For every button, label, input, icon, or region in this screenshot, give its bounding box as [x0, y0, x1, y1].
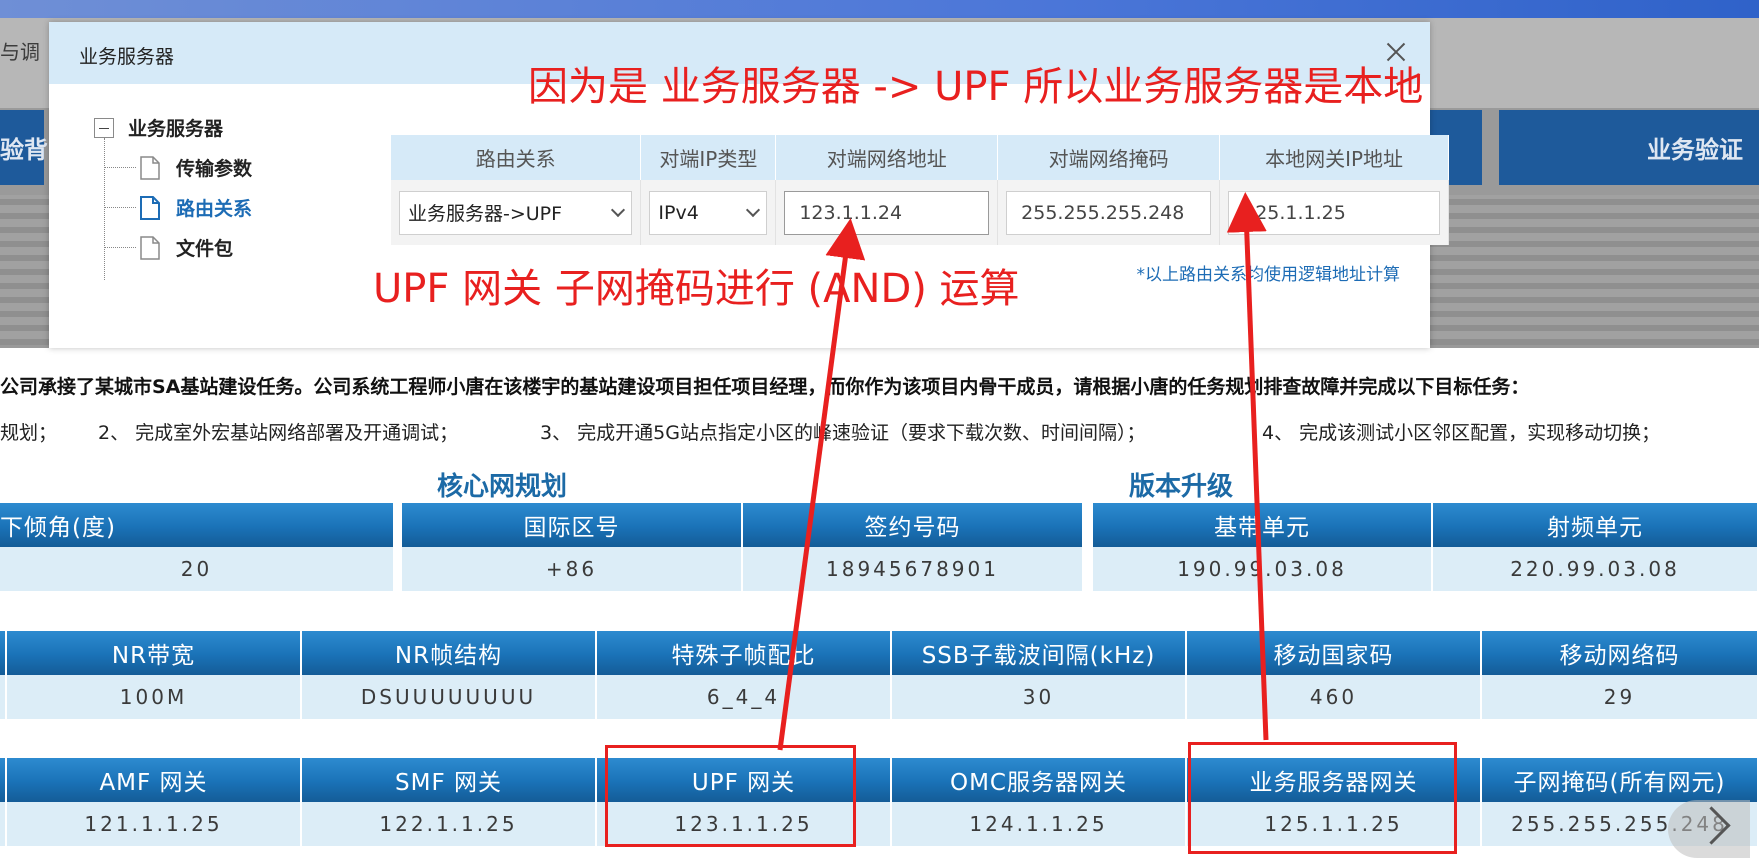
table2-header-4: 移动国家码 [1187, 631, 1482, 675]
document-icon [140, 235, 160, 260]
bg-tile-left[interactable]: 验背 [0, 110, 48, 185]
table2-value-4: 460 [1187, 675, 1482, 719]
table-gateways: AMF 网关 SMF 网关 UPF 网关 OMC服务器网关 业务服务器网关 子网… [0, 758, 1759, 846]
ip-type-select[interactable]: IPv4 [649, 190, 768, 235]
table3-value-0: 121.1.1.25 [7, 802, 302, 846]
table3-value-1: 122.1.1.25 [302, 802, 597, 846]
annotation-top-text: 因为是 业务服务器 -> UPF 所以业务服务器是本地 [528, 64, 1424, 110]
routing-note: *以上路由关系均使用逻辑地址计算 [1136, 265, 1401, 285]
table1-value-3: 190.99.03.08 [1093, 547, 1433, 591]
annotation-mid-text: UPF 网关 子网掩码进行 (AND) 运算 [373, 266, 1020, 312]
modal-title: 业务服务器 [79, 46, 175, 68]
route-cell-local-gateway: 125.1.1.25 [1219, 180, 1449, 245]
table2-header-edge [0, 631, 7, 675]
tree-item-label: 路由关系 [176, 198, 253, 220]
table1-value-4: 220.99.03.08 [1433, 547, 1759, 591]
route-cell-relation: 业务服务器->UPF [391, 180, 642, 245]
tree-item-label: 传输参数 [176, 158, 253, 180]
table-version: 基带单元 射频单元 190.99.03.08 220.99.03.08 [1093, 503, 1759, 591]
document-icon [140, 155, 160, 180]
next-page-arrow-icon[interactable] [1668, 800, 1750, 858]
peer-mask-input[interactable]: 255.255.255.248 [1006, 190, 1212, 235]
route-cell-peer-network: 123.1.1.24 [775, 180, 999, 245]
tree-root-label: 业务服务器 [128, 118, 224, 140]
table1-header-2: 签约号码 [743, 503, 1084, 547]
table3-header-3: OMC服务器网关 [892, 758, 1187, 802]
route-relation-value: 业务服务器->UPF [408, 203, 563, 225]
route-header-relation: 路由关系 [391, 135, 642, 180]
bg-tile-left-label: 验背 [0, 136, 48, 164]
table1-value-1: +86 [402, 547, 743, 591]
task-item-2: 2、 完成室外宏基站网络部署及开通调试； [98, 422, 459, 444]
tree-item-label: 文件包 [176, 238, 234, 260]
table1-header-3: 基带单元 [1093, 503, 1433, 547]
route-cell-peer-mask: 255.255.255.248 [997, 180, 1221, 245]
task-item-3: 3、 完成开通5G站点指定小区的峰速验证（要求下载次数、时间间隔）； [540, 422, 1146, 444]
tree-root[interactable]: 业务服务器 [94, 114, 223, 141]
table2-value-5: 29 [1482, 675, 1759, 719]
top-bar [0, 0, 1759, 18]
section-title-version: 版本升级 [1129, 472, 1234, 502]
table2-value-2: 6_4_4 [597, 675, 892, 719]
table2-header-1: NR帧结构 [302, 631, 597, 675]
table-antenna: 下倾角(度) 20 [0, 503, 395, 591]
route-cell-ip-type: IPv4 [640, 180, 777, 245]
table3-header-0: AMF 网关 [7, 758, 302, 802]
routing-table: 路由关系 对端IP类型 对端网络地址 对端网络掩码 本地网关IP地址 业务服务器… [391, 135, 1449, 245]
route-relation-select[interactable]: 业务服务器->UPF [399, 190, 633, 235]
table3-header-5: 子网掩码(所有网元) [1482, 758, 1759, 802]
bg-tile-right-label: 业务验证 [1647, 136, 1743, 164]
tree-item-file-package[interactable]: 文件包 [104, 234, 233, 261]
route-header-local-gateway: 本地网关IP地址 [1219, 135, 1449, 180]
table2-header-0: NR带宽 [7, 631, 302, 675]
ip-type-value: IPv4 [658, 201, 699, 224]
route-header-peer-network: 对端网络地址 [775, 135, 999, 180]
table3-header-1: SMF 网关 [302, 758, 597, 802]
table2-value-1: DSUUUUUUUU [302, 675, 597, 719]
table2-header-5: 移动网络码 [1482, 631, 1759, 675]
chevron-down-icon [611, 202, 626, 217]
collapse-icon[interactable] [94, 117, 114, 138]
table1-header-1: 国际区号 [402, 503, 743, 547]
annotation-box-upf [605, 745, 856, 847]
peer-network-input[interactable]: 123.1.1.24 [784, 190, 990, 235]
tree-item-routing[interactable]: 路由关系 [104, 194, 252, 221]
section-title-core: 核心网规划 [437, 472, 568, 502]
task-item-1: 规划； [0, 422, 58, 444]
bg-tile-business-verify[interactable]: 业务验证 [1499, 110, 1759, 185]
table1-header-0: 下倾角(度) [0, 503, 395, 547]
local-gateway-input[interactable]: 125.1.1.25 [1228, 190, 1440, 235]
table3-value-3: 124.1.1.25 [892, 802, 1187, 846]
task-item-4: 4、 完成该测试小区邻区配置，实现移动切换； [1262, 422, 1661, 444]
table3-value-edge [0, 802, 7, 846]
task-intro: 公司承接了某城市SA基站建设任务。公司系统工程师小唐在该楼宇的基站建设项目担任项… [0, 376, 1530, 398]
table2-value-3: 30 [892, 675, 1187, 719]
route-header-peer-mask: 对端网络掩码 [997, 135, 1221, 180]
table2-header-2: 特殊子帧配比 [597, 631, 892, 675]
bg-nav-label-top: 与调 [0, 40, 40, 64]
tree-item-transport-params[interactable]: 传输参数 [104, 154, 252, 181]
route-header-ip-type: 对端IP类型 [640, 135, 777, 180]
table2-value-0: 100M [7, 675, 302, 719]
table2-value-edge [0, 675, 7, 719]
document-icon [140, 195, 160, 220]
table-core-network: 国际区号 签约号码 +86 18945678901 [402, 503, 1084, 591]
table1-value-0: 20 [0, 547, 395, 591]
chevron-down-icon [746, 202, 761, 217]
table1-value-2: 18945678901 [743, 547, 1084, 591]
table2-header-3: SSB子载波间隔(kHz) [892, 631, 1187, 675]
table-nr-params: NR带宽 NR帧结构 特殊子帧配比 SSB子载波间隔(kHz) 移动国家码 移动… [0, 631, 1759, 719]
table3-header-edge [0, 758, 7, 802]
table1-header-4: 射频单元 [1433, 503, 1759, 547]
annotation-box-business [1188, 742, 1457, 854]
